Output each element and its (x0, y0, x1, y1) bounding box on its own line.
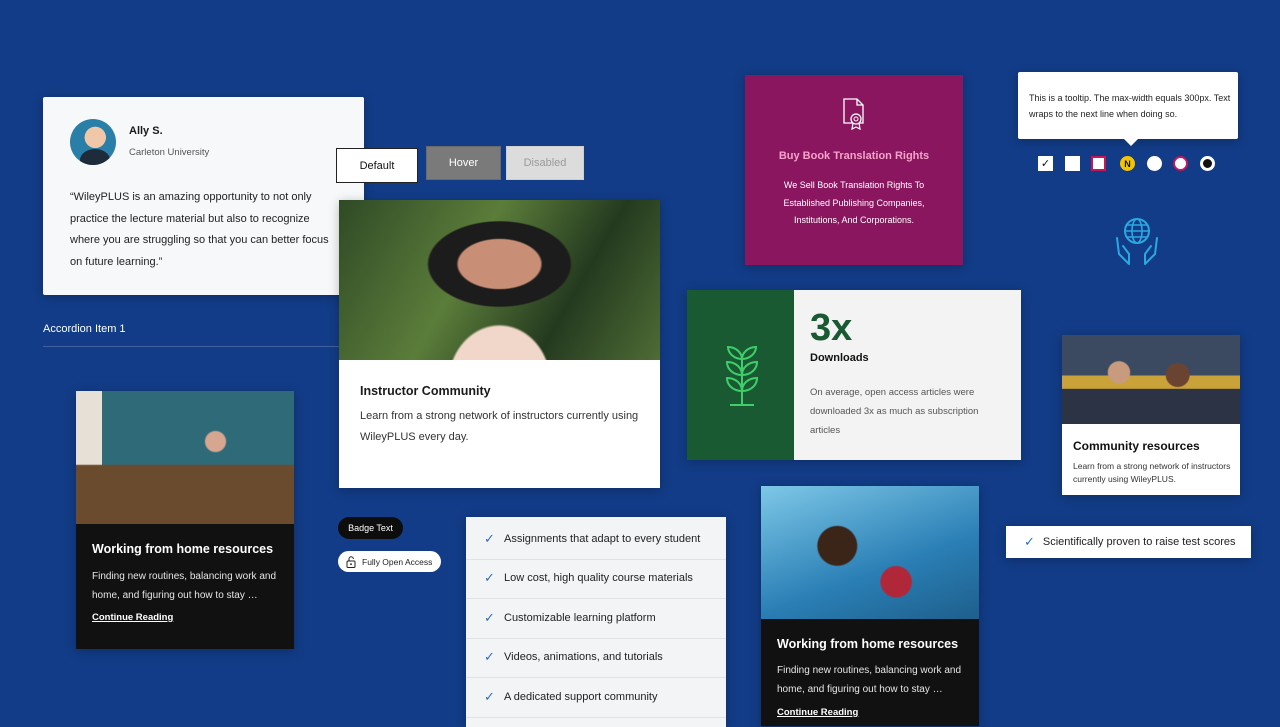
list-item: ✓ Assignments that adapt to every student (466, 519, 726, 560)
home-office-photo (76, 391, 294, 524)
badge: Badge Text (338, 517, 403, 539)
globe-hands-icon (1116, 218, 1158, 265)
buy-translation-rights-card[interactable]: Buy Book Translation Rights We Sell Book… (745, 75, 963, 265)
list-item: ✓ Customizable learning platform (466, 598, 726, 639)
leaf-panel (687, 290, 794, 460)
card-body: Finding new routines, balancing work and… (92, 571, 276, 601)
checkbox-unchecked[interactable] (1065, 156, 1080, 171)
hover-button[interactable]: Hover (426, 146, 501, 180)
nav-letter-badge[interactable]: N (1120, 156, 1135, 171)
accordion-item[interactable]: Accordion Item 1 + (43, 317, 363, 347)
downloads-stat-card: 3x Downloads On average, open access art… (687, 290, 1021, 460)
testimonial-card: Ally S. Carleton University “WileyPLUS i… (43, 97, 364, 295)
unlock-icon (346, 555, 356, 568)
check-icon: ✓ (484, 688, 495, 704)
home-resources-card[interactable]: Working from home resources Finding new … (761, 486, 979, 726)
community-photo (1062, 335, 1240, 424)
stat-value: 3x (810, 307, 853, 349)
stat-description: On average, open access articles were do… (810, 387, 979, 436)
check-icon: ✓ (484, 649, 495, 665)
proof-text: Scientifically proven to raise test scor… (1042, 536, 1236, 548)
proof-badge: ✓ Scientifically proven to raise test sc… (1006, 526, 1251, 558)
lab-scientist-photo (761, 486, 979, 619)
testimonial-name: Ally S. (129, 125, 163, 137)
default-button[interactable]: Default (336, 148, 418, 183)
card-body: Learn from a strong network of instructo… (1073, 461, 1231, 484)
feature-checklist: ✓ Assignments that adapt to every student… (466, 517, 726, 727)
checkbox-focused[interactable] (1091, 156, 1106, 171)
community-resources-card[interactable]: Community resources Learn from a strong … (1062, 335, 1240, 495)
card-title: Working from home resources (777, 637, 959, 651)
disabled-button: Disabled (506, 146, 584, 180)
list-item: ✓ Videos, animations, and tutorials (466, 638, 726, 678)
check-icon: ✓ (484, 609, 495, 625)
open-access-badge: Fully Open Access (338, 551, 441, 572)
card-title: Community resources (1073, 439, 1200, 453)
card-body: Finding new routines, balancing work and… (777, 665, 961, 695)
stat-label: Downloads (810, 352, 869, 364)
tooltip: This is a tooltip. The max-width equals … (1018, 72, 1238, 146)
badge-label: Fully Open Access (362, 556, 433, 567)
list-item: ✓ A dedicated support community (466, 677, 726, 718)
card-title: Buy Book Translation Rights (778, 150, 930, 162)
radio-checked[interactable] (1200, 156, 1215, 171)
instructor-photo (339, 200, 660, 360)
instructor-community-card[interactable]: Instructor Community Learn from a strong… (339, 200, 660, 488)
continue-reading-link[interactable]: Continue Reading (777, 707, 858, 718)
card-title: Instructor Community (360, 384, 491, 398)
avatar (70, 119, 116, 165)
accordion-label: Accordion Item 1 (43, 323, 126, 335)
card-title: Working from home resources (92, 542, 274, 556)
check-icon: ✓ (1024, 534, 1035, 549)
card-body: Learn from a strong network of instructo… (360, 410, 639, 443)
check-icon: ✓ (484, 570, 495, 586)
testimonial-quote: “WileyPLUS is an amazing opportunity to … (70, 191, 329, 268)
plant-icon (725, 345, 759, 406)
certificate-document-icon (843, 98, 864, 131)
card-body: We Sell Book Translation Rights To Estab… (783, 180, 925, 225)
continue-reading-link[interactable]: Continue Reading (92, 612, 173, 623)
home-resources-card[interactable]: Working from home resources Finding new … (76, 391, 294, 649)
checkbox-checked[interactable]: ✓ (1038, 156, 1053, 171)
tooltip-text: This is a tooltip. The max-width equals … (1029, 93, 1231, 119)
testimonial-school: Carleton University (129, 147, 210, 158)
radio-focused[interactable] (1173, 156, 1188, 171)
list-item: ✓ Low cost, high quality course materials (466, 559, 726, 599)
radio-unchecked[interactable] (1147, 156, 1162, 171)
check-icon: ✓ (484, 530, 495, 546)
